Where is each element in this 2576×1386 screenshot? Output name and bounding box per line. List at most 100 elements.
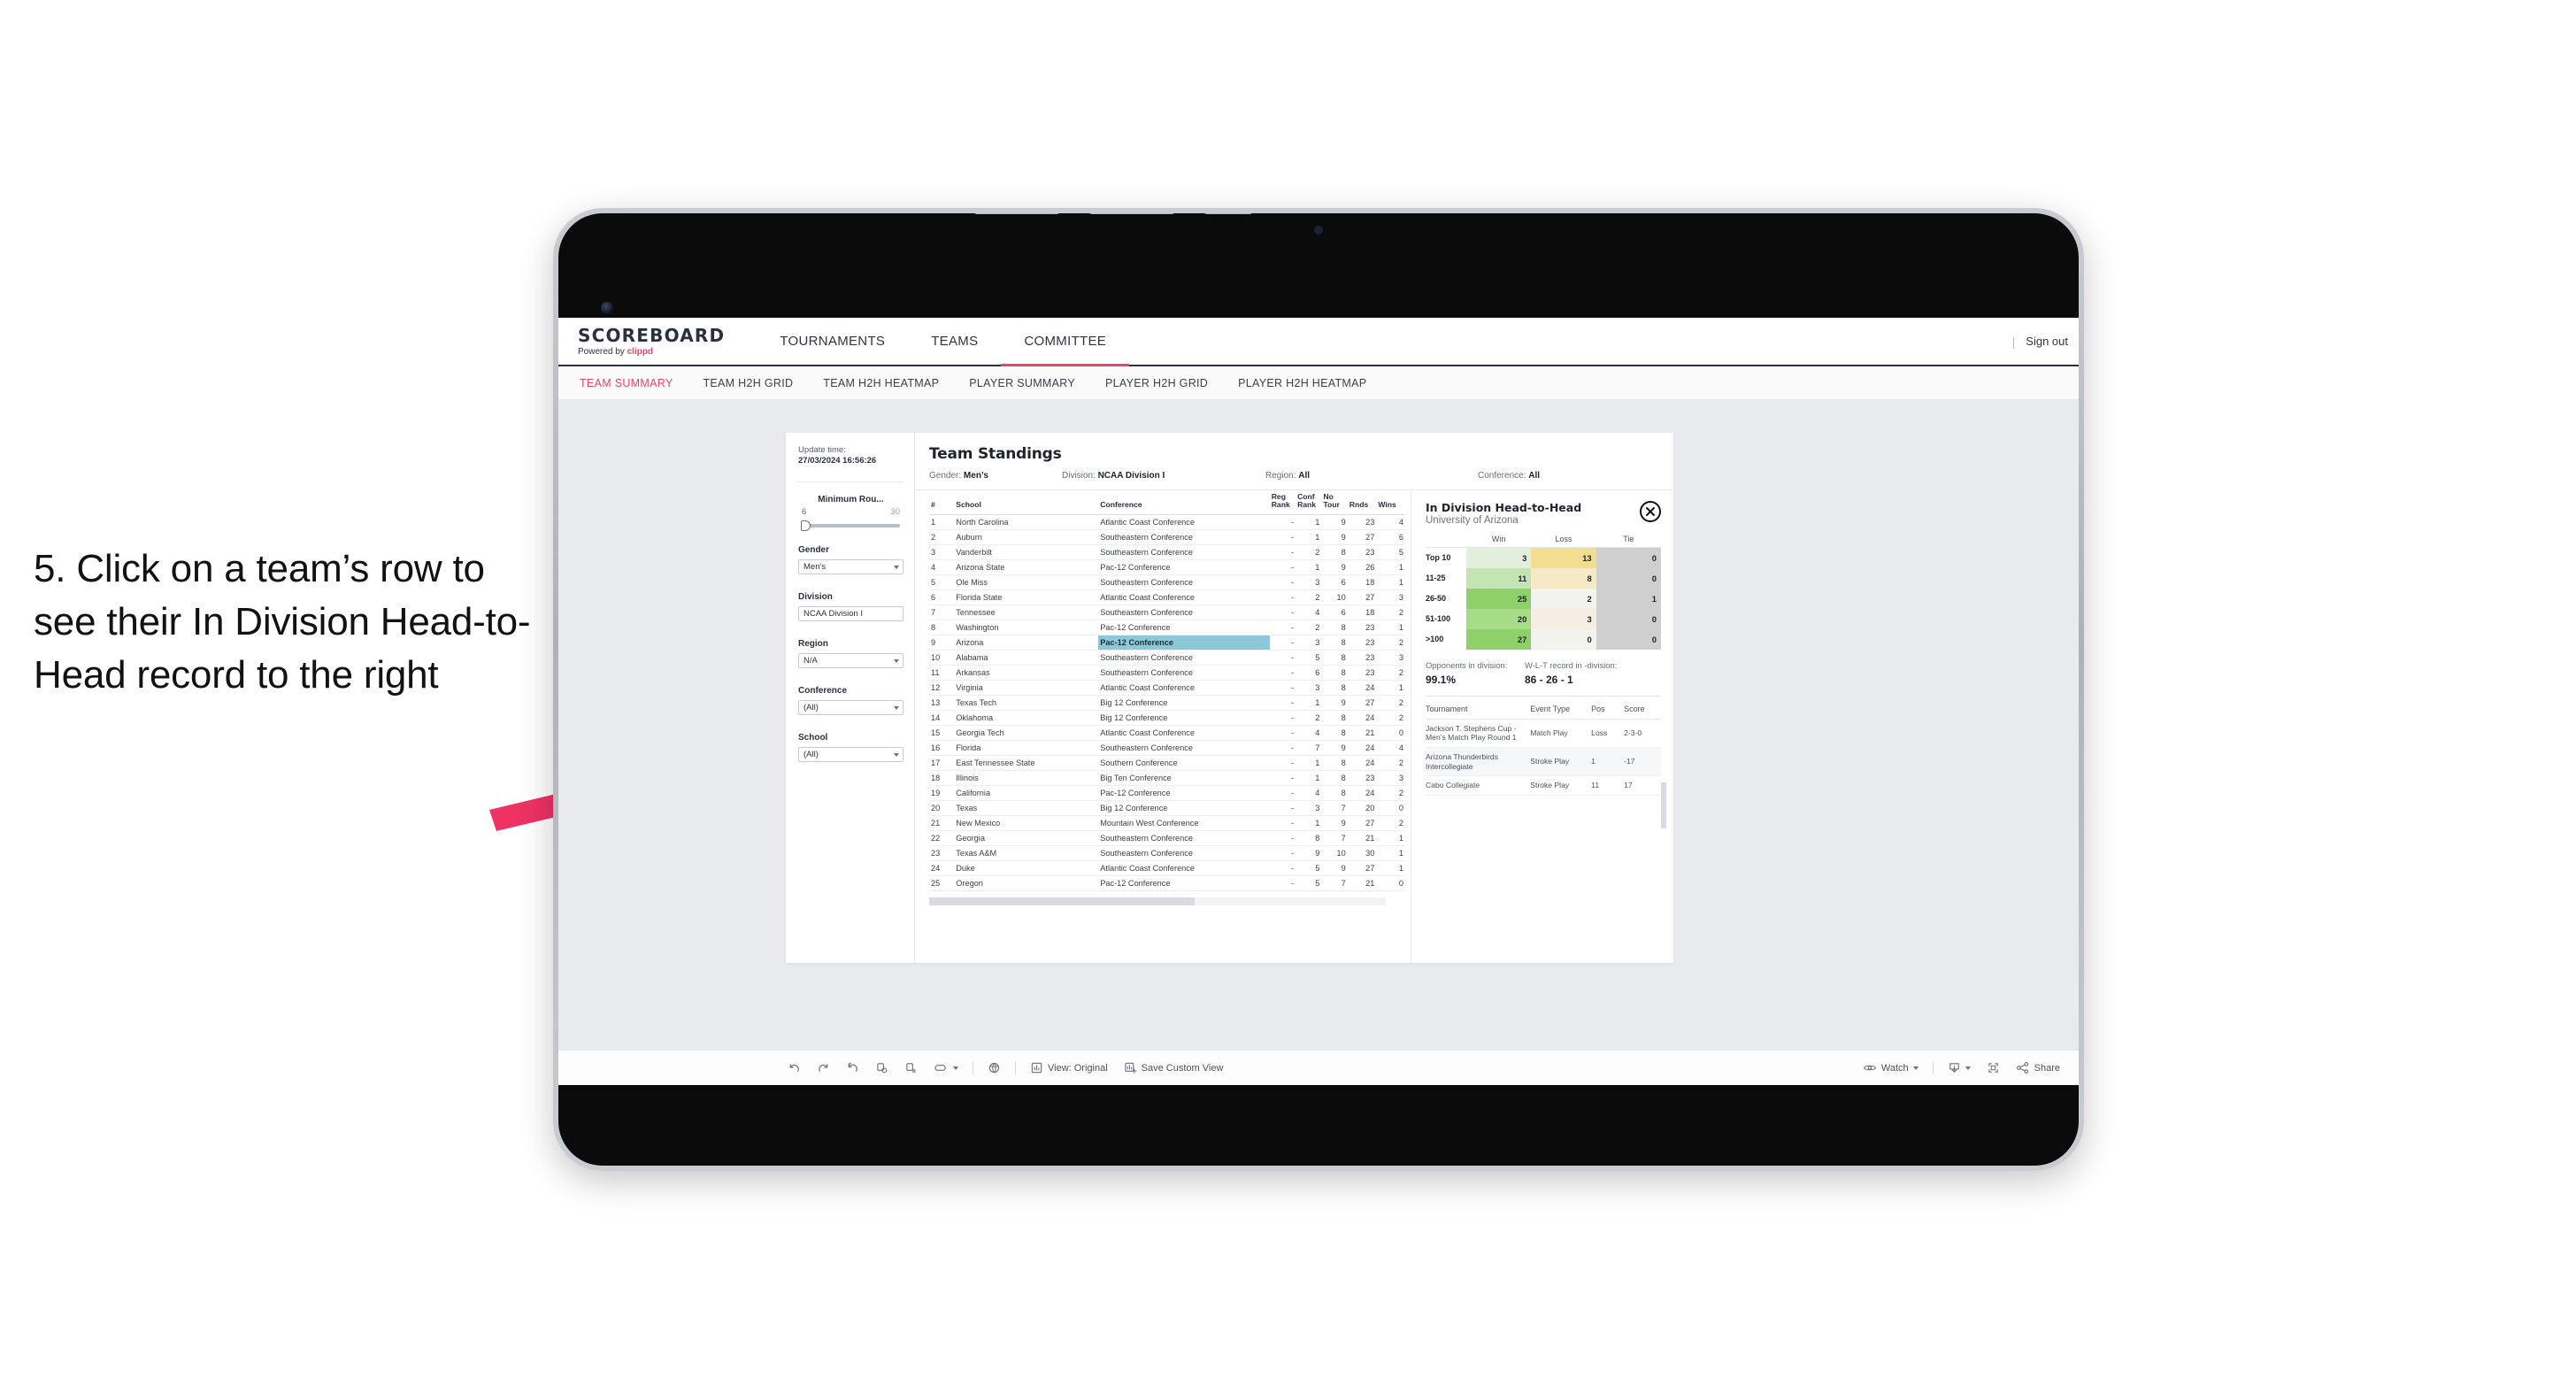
filter-conference-select[interactable]: (All) bbox=[798, 700, 904, 715]
save-custom-view-icon bbox=[1124, 1062, 1137, 1074]
col-school[interactable]: School bbox=[954, 490, 1099, 515]
undo-button[interactable] bbox=[780, 1061, 809, 1074]
table-row[interactable]: 24 Duke Atlantic Coast Conference -5 9 27 1 bbox=[929, 860, 1405, 876]
tournaments-vertical-scrollbar[interactable] bbox=[1661, 782, 1666, 828]
table-row[interactable]: 4 Arizona State Pac-12 Conference -1 9 26 1 bbox=[929, 559, 1405, 575]
table-row[interactable]: 20 Texas Big 12 Conference -3 7 20 0 bbox=[929, 800, 1405, 816]
cell-reg-rank: - bbox=[1269, 770, 1296, 786]
fullscreen-button[interactable] bbox=[1979, 1061, 2008, 1074]
subnav-item-player-h2h-grid[interactable]: PLAYER H2H GRID bbox=[1105, 377, 1208, 389]
table-row[interactable]: 18 Illinois Big Ten Conference -1 8 23 3 bbox=[929, 770, 1405, 786]
table-row[interactable]: 22 Georgia Southeastern Conference -8 7 21 1 bbox=[929, 830, 1405, 846]
table-row[interactable]: 9 Arizona Pac-12 Conference -3 8 23 2 bbox=[929, 635, 1405, 651]
cell-no-tour: 8 bbox=[1321, 665, 1348, 681]
table-row[interactable]: 25 Oregon Pac-12 Conference -5 7 21 0 bbox=[929, 875, 1405, 891]
list-item[interactable]: Cabo Collegiate Stroke Play 11 17 bbox=[1426, 775, 1661, 797]
table-row[interactable]: 11 Arkansas Southeastern Conference -6 8 23 2 bbox=[929, 665, 1405, 681]
dashboard-body: # School Conference Reg Rank Conf Rank N… bbox=[915, 489, 1673, 963]
close-circle-icon[interactable] bbox=[1640, 501, 1661, 522]
table-row[interactable]: 1 North Carolina Atlantic Coast Conference… bbox=[929, 514, 1405, 530]
table-row[interactable]: 10 Alabama Southeastern Conference -5 8 23 3 bbox=[929, 650, 1405, 666]
sign-out-link[interactable]: Sign out bbox=[2026, 335, 2068, 348]
slider-track[interactable] bbox=[801, 520, 900, 531]
view-original-button[interactable]: View: Original bbox=[1022, 1061, 1116, 1074]
h2h-cell-tie: 0 bbox=[1596, 547, 1661, 568]
cell-no-tour: 9 bbox=[1321, 860, 1348, 876]
share-button[interactable]: Share bbox=[2008, 1061, 2068, 1074]
table-row[interactable]: 13 Texas Tech Big 12 Conference -1 9 27 2 bbox=[929, 695, 1405, 711]
col-conference[interactable]: Conference bbox=[1098, 490, 1270, 515]
list-item[interactable]: Jackson T. Stephens Cup - Men’s Match Pl… bbox=[1426, 719, 1661, 748]
col-wins[interactable]: Wins bbox=[1376, 490, 1405, 515]
col-conf-rank[interactable]: Conf Rank bbox=[1296, 490, 1322, 515]
col-rnds[interactable]: Rnds bbox=[1347, 490, 1377, 515]
nav-item-teams[interactable]: TEAMS bbox=[908, 318, 1001, 366]
table-row[interactable]: 17 East Tennessee State Southern Conferenc… bbox=[929, 755, 1405, 771]
revert-button[interactable] bbox=[838, 1061, 867, 1074]
filter-school-value: (All) bbox=[804, 750, 819, 759]
cell-score: -17 bbox=[1624, 747, 1661, 777]
filter-school-select[interactable]: (All) bbox=[798, 747, 904, 762]
table-row[interactable]: 3 Vanderbilt Southeastern Conference -2 8 23 5 bbox=[929, 544, 1405, 560]
tablet-device-frame: SCOREBOARD Powered by clippd TOURNAMENTS… bbox=[553, 208, 2084, 1171]
table-row[interactable]: 21 New Mexico Mountain West Conference -1 9 2… bbox=[929, 815, 1405, 831]
table-row[interactable]: 6 Florida State Atlantic Coast Conference -… bbox=[929, 589, 1405, 605]
view-original-label: View: Original bbox=[1048, 1062, 1108, 1074]
nav-item-committee[interactable]: COMMITTEE bbox=[1001, 318, 1130, 366]
chevron-down-icon bbox=[894, 705, 899, 710]
table-row[interactable]: 14 Oklahoma Big 12 Conference -2 8 24 2 bbox=[929, 710, 1405, 726]
cell-conference: Southeastern Conference bbox=[1098, 830, 1270, 846]
col-reg-rank[interactable]: Reg Rank bbox=[1269, 490, 1296, 515]
table-row[interactable]: 23 Texas A&M Southeastern Conference -9 10 30… bbox=[929, 845, 1405, 861]
h2h-cell-win: 25 bbox=[1466, 588, 1532, 609]
redo-button[interactable] bbox=[809, 1061, 838, 1074]
h2h-col-loss: Loss bbox=[1531, 535, 1596, 548]
subnav-item-player-h2h-heatmap[interactable]: PLAYER H2H HEATMAP bbox=[1238, 377, 1366, 389]
redo-icon bbox=[819, 1064, 828, 1072]
tournaments-header-row: Tournament Event Type Pos Score bbox=[1426, 701, 1661, 720]
subnav-item-player-summary[interactable]: PLAYER SUMMARY bbox=[969, 377, 1075, 389]
cell-conference: Big 12 Conference bbox=[1098, 695, 1270, 711]
primary-nav: TOURNAMENTS TEAMS COMMITTEE bbox=[757, 318, 1130, 366]
cell-school: Auburn bbox=[954, 529, 1099, 545]
chevron-down-icon bbox=[1965, 1066, 1971, 1070]
list-item[interactable]: Arizona Thunderbirds Intercollegiate Stro… bbox=[1426, 747, 1661, 777]
table-row[interactable]: 2 Auburn Southeastern Conference -1 9 27 6 bbox=[929, 529, 1405, 545]
refresh-data-button[interactable] bbox=[867, 1061, 896, 1074]
table-row[interactable]: 7 Tennessee Southeastern Conference -4 6 18 2 bbox=[929, 604, 1405, 620]
save-custom-view-label: Save Custom View bbox=[1141, 1062, 1224, 1074]
filter-region-select[interactable]: N/A bbox=[798, 653, 904, 668]
subnav-item-team-summary[interactable]: TEAM SUMMARY bbox=[580, 377, 673, 389]
brand-logo[interactable]: SCOREBOARD Powered by clippd bbox=[578, 318, 757, 365]
pause-updates-button[interactable] bbox=[896, 1061, 926, 1074]
pill-dropdown-button[interactable] bbox=[926, 1061, 966, 1074]
watch-button[interactable]: Watch bbox=[1855, 1061, 1926, 1074]
h2h-matrix-table: Win Loss Tie Top 10 3 13 0 11-25 11 8 0 26-50 25 2… bbox=[1426, 535, 1661, 650]
cell-score: 17 bbox=[1624, 775, 1661, 797]
col-no-tour[interactable]: No Tour bbox=[1321, 490, 1348, 515]
h2h-stats-divider bbox=[1426, 695, 1661, 697]
table-row[interactable]: 15 Georgia Tech Atlantic Coast Conference -… bbox=[929, 725, 1405, 741]
cell-reg-rank: - bbox=[1269, 860, 1296, 876]
table-row[interactable]: 16 Florida Southeastern Conference -7 9 24 4 bbox=[929, 740, 1405, 756]
filter-gender-select[interactable]: Men’s bbox=[798, 559, 904, 574]
table-row[interactable]: 12 Virginia Atlantic Coast Conference -3 8 24… bbox=[929, 680, 1405, 696]
table-row[interactable]: 5 Ole Miss Southeastern Conference -3 6 18 1 bbox=[929, 574, 1405, 590]
nav-item-tournaments[interactable]: TOURNAMENTS bbox=[757, 318, 908, 366]
cell-pos: 1 bbox=[1591, 747, 1625, 777]
col-rank[interactable]: # bbox=[929, 490, 955, 515]
filter-division-select[interactable]: NCAA Division I bbox=[798, 606, 904, 621]
standings-horizontal-scrollbar[interactable] bbox=[929, 897, 1386, 905]
subnav-item-team-h2h-heatmap[interactable]: TEAM H2H HEATMAP bbox=[823, 377, 939, 389]
subnav-item-team-h2h-grid[interactable]: TEAM H2H GRID bbox=[703, 377, 793, 389]
scrollbar-thumb[interactable] bbox=[929, 897, 1195, 905]
cell-reg-rank: - bbox=[1269, 845, 1296, 861]
save-custom-view-button[interactable]: Save Custom View bbox=[1116, 1061, 1232, 1074]
slider-handle[interactable] bbox=[801, 520, 811, 531]
download-button[interactable] bbox=[1940, 1061, 1979, 1074]
table-row[interactable]: 19 California Pac-12 Conference -4 8 24 2 bbox=[929, 785, 1405, 801]
cell-conference: Atlantic Coast Conference bbox=[1098, 514, 1270, 530]
globe-button[interactable] bbox=[980, 1061, 1009, 1074]
table-row[interactable]: 8 Washington Pac-12 Conference -2 8 23 1 bbox=[929, 620, 1405, 635]
cell-event-type: Match Play bbox=[1530, 719, 1592, 748]
